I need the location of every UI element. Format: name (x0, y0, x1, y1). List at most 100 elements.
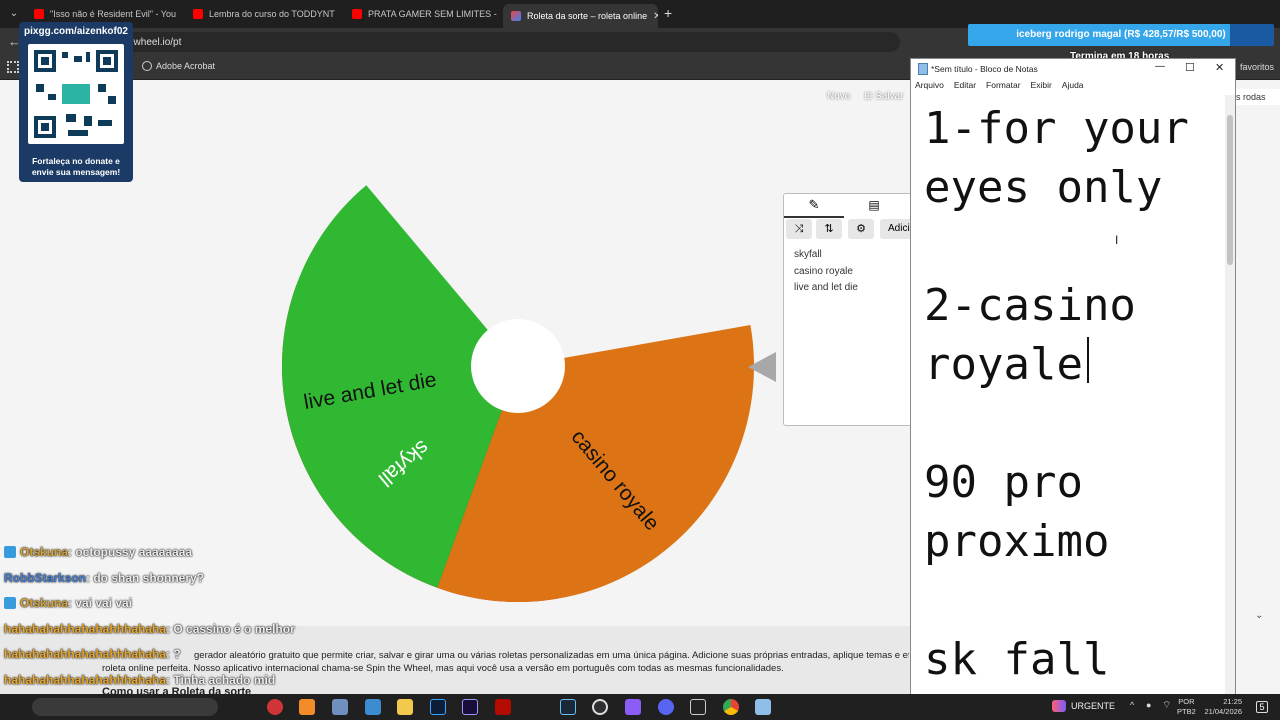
browser-tab-3[interactable]: PRATA GAMER SEM LIMITES - Y ✕ (344, 4, 499, 24)
browser-tab-active[interactable]: Roleta da sorte – roleta online ✕ (503, 4, 658, 28)
search-box[interactable] (32, 698, 218, 716)
text-line: sk fall (924, 634, 1110, 685)
mic-icon[interactable]: ● (1146, 700, 1151, 710)
chat-text: : octopussy aaaaaaaa (68, 545, 193, 559)
text-line (924, 571, 1225, 630)
rodas-menu[interactable]: s rodas (1236, 89, 1280, 105)
all-bookmarks-link[interactable]: favoritos (1240, 62, 1274, 72)
taskbar: URGENTE ^ ● ⌔ POR PTB2 21:25 21/04/2026 … (0, 694, 1280, 720)
chat-username: RobbStarkson (4, 571, 87, 585)
entry-item: live and let die (794, 282, 858, 293)
settings-button[interactable]: ⚙ (848, 219, 874, 239)
apps-grid-icon[interactable] (7, 61, 19, 73)
clock[interactable]: 21:25 21/04/2026 (1200, 697, 1242, 717)
unity-icon[interactable] (690, 699, 706, 715)
obs-icon[interactable] (592, 699, 608, 715)
wheel-center-hub[interactable] (471, 319, 565, 413)
chat-text: : ? (166, 647, 181, 661)
notepad-icon (918, 63, 928, 75)
clock-time: 21:25 (1223, 697, 1242, 706)
chat-username: hahahahahhahahahhhahaha (4, 647, 167, 661)
minimize-button[interactable]: — (1155, 61, 1165, 72)
wifi-icon[interactable]: ⌔ (1162, 699, 1171, 712)
globe-icon (142, 61, 152, 71)
youtube-icon (34, 9, 44, 19)
text-line: royale (924, 339, 1083, 390)
folder-icon[interactable] (397, 699, 413, 715)
menu-formatar[interactable]: Formatar (986, 80, 1020, 94)
close-tab-icon[interactable]: ✕ (653, 11, 658, 22)
tray-chevron-icon[interactable]: ^ (1130, 700, 1134, 710)
notepad-titlebar: *Sem título - Bloco de Notas — ☐ ✕ (911, 59, 1235, 79)
menu-arquivo[interactable]: Arquivo (915, 80, 944, 94)
chat-text: : O cassino é o melhor (166, 622, 295, 636)
chrome-icon[interactable] (723, 699, 739, 715)
lang-indicator[interactable]: POR PTB2 (1177, 697, 1196, 717)
text-line: 90 pro (924, 457, 1083, 508)
notepad-scrollbar[interactable] (1225, 95, 1235, 695)
close-button[interactable]: ✕ (1215, 61, 1224, 74)
chat-username: Otskuna (20, 545, 69, 559)
chat-message: RobbStarkson: do shan shonnery? (4, 571, 204, 585)
shuffle-button[interactable]: ⤨ (786, 219, 812, 239)
chat-username: hahahahahhahahahhhahaha (4, 622, 167, 636)
menu-editar[interactable]: Editar (954, 80, 976, 94)
donation-goal-bar: iceberg rodrigo magal (R$ 428,57/R$ 500,… (968, 24, 1274, 46)
url-text: ewheel.io/pt (128, 37, 182, 48)
tab-edit[interactable]: ✎ (784, 194, 844, 218)
steam-icon[interactable] (560, 699, 576, 715)
pix-message: Fortaleça no donate e envie sua mensagem… (31, 156, 121, 177)
text-line: eyes only (924, 162, 1163, 213)
discord-icon[interactable] (658, 699, 674, 715)
urgent-news[interactable]: URGENTE (1052, 700, 1115, 712)
mouse-cursor-icon: I (1115, 233, 1119, 247)
tab-title: "Isso não é Resident Evil" - You (50, 9, 176, 19)
notepad-menubar: Arquivo Editar Formatar Exibir Ajuda (915, 80, 1084, 94)
sort-button[interactable]: ⇅ (816, 219, 842, 239)
red-app-icon[interactable] (267, 699, 283, 715)
tab-list-chevron-icon[interactable]: ⌄ (6, 6, 22, 22)
new-tab-button[interactable]: + (664, 5, 672, 21)
premiere-icon[interactable] (462, 699, 478, 715)
top-action-salvar[interactable]: ⊡ Salvar (864, 91, 904, 102)
tab-results[interactable]: ▤ (856, 194, 892, 218)
orange-app-icon[interactable] (299, 699, 315, 715)
top-action-novo[interactable]: Novo (827, 91, 850, 102)
entries-textarea[interactable]: skyfall casino royale live and let die (794, 247, 858, 297)
urgent-label: URGENTE (1071, 701, 1116, 711)
entry-item: casino royale (794, 265, 853, 277)
acrobat-icon[interactable] (495, 699, 511, 715)
scrollbar-thumb[interactable] (1227, 115, 1233, 265)
text-line (924, 394, 1225, 453)
chat-username: hahahahahhahahahhhahaha (4, 673, 167, 687)
page-scrollbar[interactable] (1268, 110, 1280, 630)
vscode-icon[interactable] (365, 699, 381, 715)
notepad-window: *Sem título - Bloco de Notas — ☐ ✕ Arqui… (910, 58, 1236, 696)
chat-text: : do shan shonnery? (86, 571, 205, 585)
menu-ajuda[interactable]: Ajuda (1062, 80, 1084, 94)
chat-message: Otskuna: vai vai vai (4, 596, 132, 610)
photoshop-icon[interactable] (430, 699, 446, 715)
puzzle-app-icon[interactable] (332, 699, 348, 715)
gear-icon: ⚙ (856, 223, 866, 235)
scroll-down-icon[interactable]: ⌄ (1255, 610, 1263, 621)
wheel[interactable]: skyfall casino royalelive and let die (280, 128, 756, 604)
qr-code-image (28, 44, 124, 144)
lang-1: POR (1178, 697, 1195, 706)
maximize-button[interactable]: ☐ (1185, 61, 1195, 74)
menu-exibir[interactable]: Exibir (1031, 80, 1052, 94)
wheel-pointer-icon (748, 352, 776, 382)
notepad-textarea[interactable]: 1-for your eyes only 2-casino royale 90 … (911, 95, 1225, 695)
notification-badge[interactable]: 5 (1256, 701, 1268, 713)
bookmark-adobe-acrobat[interactable]: Adobe Acrobat (142, 61, 215, 71)
browser-tab-2[interactable]: Lembra do curso do TODDYNT ✕ (185, 4, 340, 24)
chat-message: hahahahahhahahahhhahaha: O cassino é o m… (4, 622, 295, 636)
youtube-icon (352, 9, 362, 19)
notepad-app-icon[interactable] (755, 699, 771, 715)
purple-app-icon[interactable] (625, 699, 641, 715)
sort-icon: ⇅ (824, 223, 834, 235)
tab-title: Roleta da sorte – roleta online (527, 11, 648, 21)
save-label: Salvar (875, 91, 904, 102)
youtube-icon (193, 9, 203, 19)
browser-tab-1[interactable]: "Isso não é Resident Evil" - You ✕ (26, 4, 181, 24)
